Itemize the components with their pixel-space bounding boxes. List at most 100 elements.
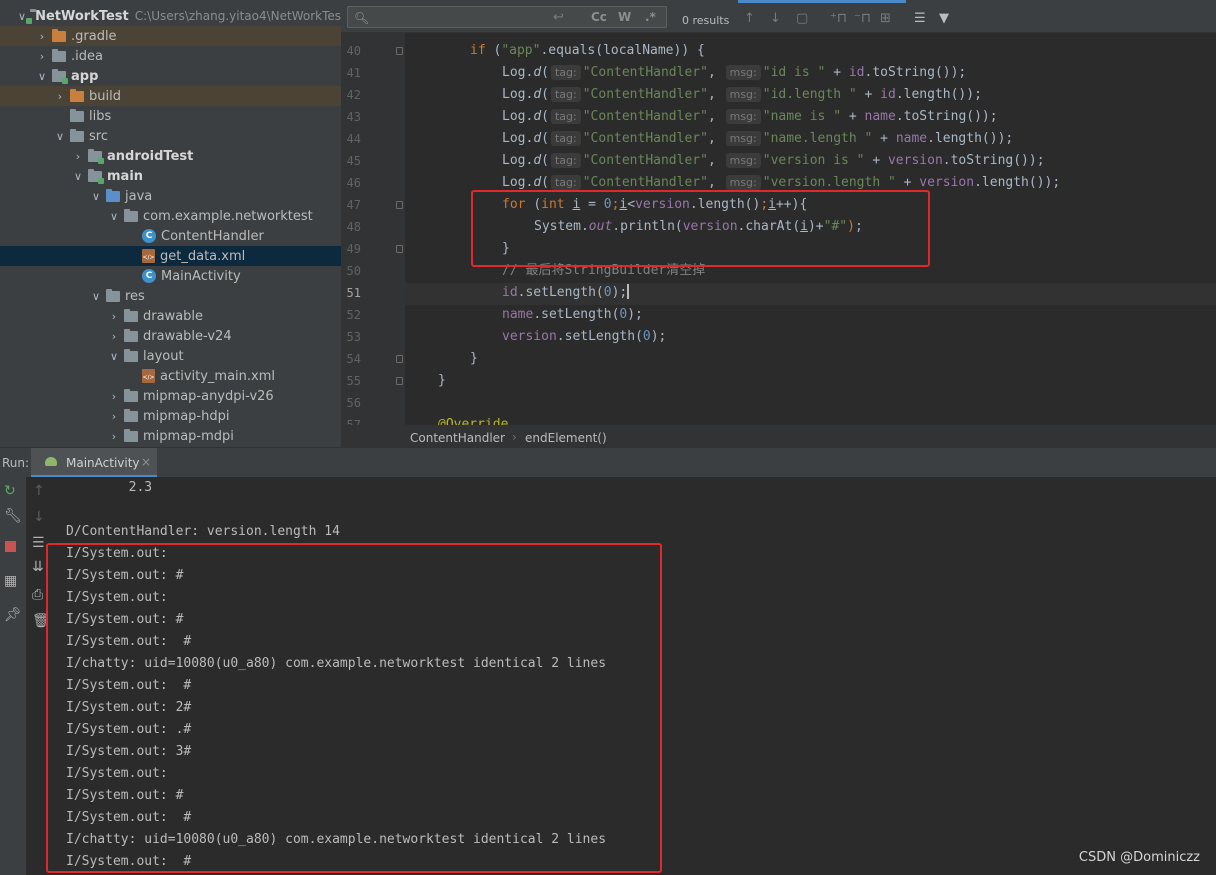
chevron-right-icon[interactable]: ›	[72, 150, 84, 163]
fold-marker-icon[interactable]	[396, 377, 403, 385]
chevron-down-icon[interactable]: ∨	[108, 350, 120, 363]
rerun-icon[interactable]: ↻	[4, 483, 16, 499]
tree-item[interactable]: › build	[0, 86, 341, 106]
chevron-right-icon[interactable]: ›	[108, 390, 120, 403]
tree-item[interactable]: › mipmap-anydpi-v26	[0, 386, 341, 406]
console-line: I/chatty: uid=10080(u0_a80) com.example.…	[66, 832, 607, 847]
fold-marker-icon[interactable]	[396, 47, 403, 55]
chevron-right-icon[interactable]: ›	[108, 430, 120, 443]
add-selection-icon[interactable]: ⁺⊓	[830, 11, 847, 26]
find-input[interactable]: 🔍︎ ↩ Cc W .*	[347, 6, 667, 28]
tree-item[interactable]: ∨ res	[0, 286, 341, 306]
run-tab-main-activity[interactable]: MainActivity ×	[31, 448, 157, 478]
chevron-down-icon[interactable]: ∨	[108, 210, 120, 223]
chevron-right-icon[interactable]: ›	[36, 50, 48, 63]
tree-item[interactable]: C ContentHandler	[0, 226, 341, 246]
chevron-down-icon[interactable]: ∨	[90, 290, 102, 303]
code-line: name.setLength(0);	[405, 304, 643, 326]
line-number: 55	[346, 374, 361, 388]
scroll-to-end-icon[interactable]: ⇊	[32, 559, 44, 575]
pin-icon[interactable]: 📌︎	[4, 607, 22, 623]
stop-icon[interactable]	[5, 541, 16, 552]
search-icon: 🔍︎	[354, 11, 370, 25]
chevron-right-icon[interactable]: ›	[54, 90, 66, 103]
code-token: .length());	[974, 175, 1061, 190]
select-all-occurrences-icon[interactable]: ⊞	[880, 11, 891, 26]
tree-item[interactable]: ∨ main	[0, 166, 341, 186]
run-toolbar: ↻ 🔧︎ ▦ 📌︎	[0, 477, 26, 875]
chevron-down-icon[interactable]: ∨	[36, 70, 48, 83]
chevron-right-icon[interactable]: ›	[36, 30, 48, 43]
chevron-down-icon[interactable]: ∨	[72, 170, 84, 183]
tree-item[interactable]: ∨ layout	[0, 346, 341, 366]
layout-icon[interactable]: ▦	[4, 573, 17, 589]
tree-item-label: mipmap-mdpi	[143, 428, 234, 444]
code-token: .setLength(	[517, 285, 604, 300]
console-line: I/System.out: #	[66, 854, 192, 869]
parameter-hint: msg:	[725, 175, 761, 190]
tree-item[interactable]: › drawable	[0, 306, 341, 326]
tree-item[interactable]: › .idea	[0, 46, 341, 66]
tree-item[interactable]: </> get_data.xml	[0, 246, 341, 266]
close-icon[interactable]: ×	[141, 455, 151, 469]
chevron-down-icon[interactable]: ∨	[18, 10, 26, 23]
chevron-right-icon[interactable]: ›	[108, 410, 120, 423]
console-line: I/System.out: #	[66, 678, 192, 693]
chevron-down-icon[interactable]: ∨	[90, 190, 102, 203]
tree-item[interactable]: ∨ java	[0, 186, 341, 206]
scroll-down-icon[interactable]: ↓	[33, 509, 45, 525]
breadcrumb-class[interactable]: ContentHandler	[410, 431, 505, 445]
wrench-icon[interactable]: 🔧︎	[4, 508, 22, 524]
code-token: +	[841, 109, 865, 124]
chevron-right-icon[interactable]: ›	[108, 310, 120, 323]
line-number: 49	[346, 242, 361, 256]
print-icon[interactable]: ⎙	[32, 587, 43, 603]
code-token: version	[682, 219, 738, 234]
tree-item[interactable]: ∨ app	[0, 66, 341, 86]
regex-toggle[interactable]: .*	[645, 10, 656, 24]
tree-item[interactable]: › mipmap-mdpi	[0, 426, 341, 446]
filter-icon[interactable]: ▼	[939, 11, 949, 26]
code-token: }	[502, 241, 510, 256]
tree-item[interactable]: ∨ com.example.networktest	[0, 206, 341, 226]
tree-item[interactable]: libs	[0, 106, 341, 126]
remove-selection-icon[interactable]: ⁻⊓	[854, 11, 871, 26]
code-token: "ContentHandler"	[582, 131, 708, 146]
soft-wrap-icon[interactable]: ☰	[32, 535, 45, 551]
fold-marker-icon[interactable]	[396, 355, 403, 363]
line-number: 41	[346, 66, 361, 80]
chevron-down-icon[interactable]: ∨	[54, 130, 66, 143]
fold-marker-icon[interactable]	[396, 245, 403, 253]
folder-icon	[70, 128, 84, 142]
android-icon	[45, 457, 57, 466]
tree-item-label: .gradle	[71, 28, 117, 44]
chevron-right-icon[interactable]: ›	[108, 330, 120, 343]
replace-icon[interactable]: ↩	[553, 10, 564, 25]
tree-item-label: com.example.networktest	[143, 208, 313, 224]
words-toggle[interactable]: W	[618, 10, 631, 24]
tree-item[interactable]: ∨ NetWorkTest C:\Users\zhang.yitao4\NetWor…	[0, 6, 341, 26]
tree-item[interactable]: </> activity_main.xml	[0, 366, 341, 386]
tree-item[interactable]: › .gradle	[0, 26, 341, 46]
multiline-icon[interactable]: ☰	[914, 11, 926, 26]
breadcrumb-method[interactable]: endElement()	[525, 431, 607, 445]
code-token: (	[541, 109, 549, 124]
filter-window-icon[interactable]: ▢	[796, 11, 808, 26]
tree-item[interactable]: ∨ src	[0, 126, 341, 146]
trash-icon[interactable]: 🗑︎	[32, 613, 50, 629]
folder-icon	[124, 348, 138, 362]
fold-marker-icon[interactable]	[396, 201, 403, 209]
scroll-up-icon[interactable]: ↑	[33, 483, 45, 499]
code-line: System.out.println(version.charAt(i)+"#"…	[405, 216, 863, 238]
match-case-toggle[interactable]: Cc	[591, 10, 607, 24]
code-line: if ("app".equals(localName)) {	[405, 40, 705, 62]
tree-item[interactable]: › mipmap-hdpi	[0, 406, 341, 426]
tree-item[interactable]: › androidTest	[0, 146, 341, 166]
previous-occurrence-icon[interactable]: ↑	[744, 11, 755, 26]
tree-item[interactable]: › drawable-v24	[0, 326, 341, 346]
xml-file-icon: </>	[142, 249, 155, 263]
code-token: "ContentHandler"	[582, 175, 708, 190]
console-toolbar: ↑ ↓ ☰ ⇊ ⎙ 🗑︎	[26, 477, 53, 875]
next-occurrence-icon[interactable]: ↓	[770, 11, 781, 26]
tree-item[interactable]: C MainActivity	[0, 266, 341, 286]
